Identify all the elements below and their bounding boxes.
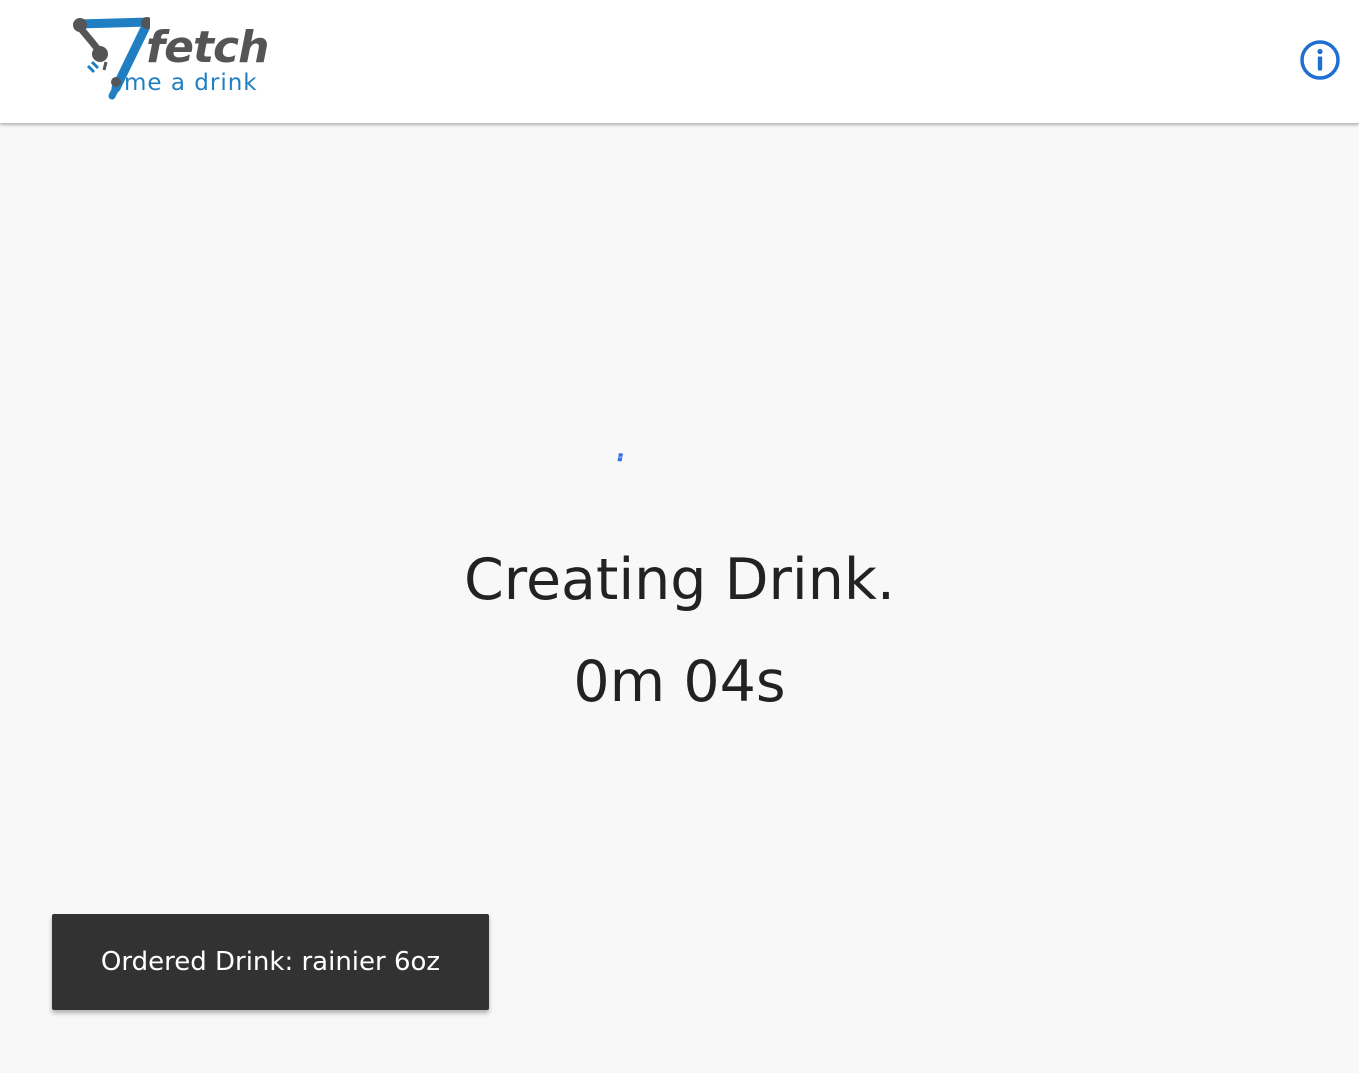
app-logo: fetch me a drink [70,16,269,104]
loading-spinner-icon [617,453,623,462]
elapsed-timer: 0m 04s [573,649,786,715]
snackbar: Ordered Drink: rainier 6oz [52,914,489,1010]
status-title: Creating Drink. [463,547,895,613]
logo-tagline: me a drink [124,70,258,96]
app-root: fetch me a drink Creating Drink. 0m 04s … [0,0,1359,1073]
logo-wordmark: fetch [146,22,269,73]
top-app-bar: fetch me a drink [0,0,1359,123]
info-button[interactable] [1299,39,1341,81]
loading-spinner [614,448,626,462]
info-circle-icon [1300,40,1340,80]
snackbar-message: Ordered Drink: rainier 6oz [100,947,441,977]
